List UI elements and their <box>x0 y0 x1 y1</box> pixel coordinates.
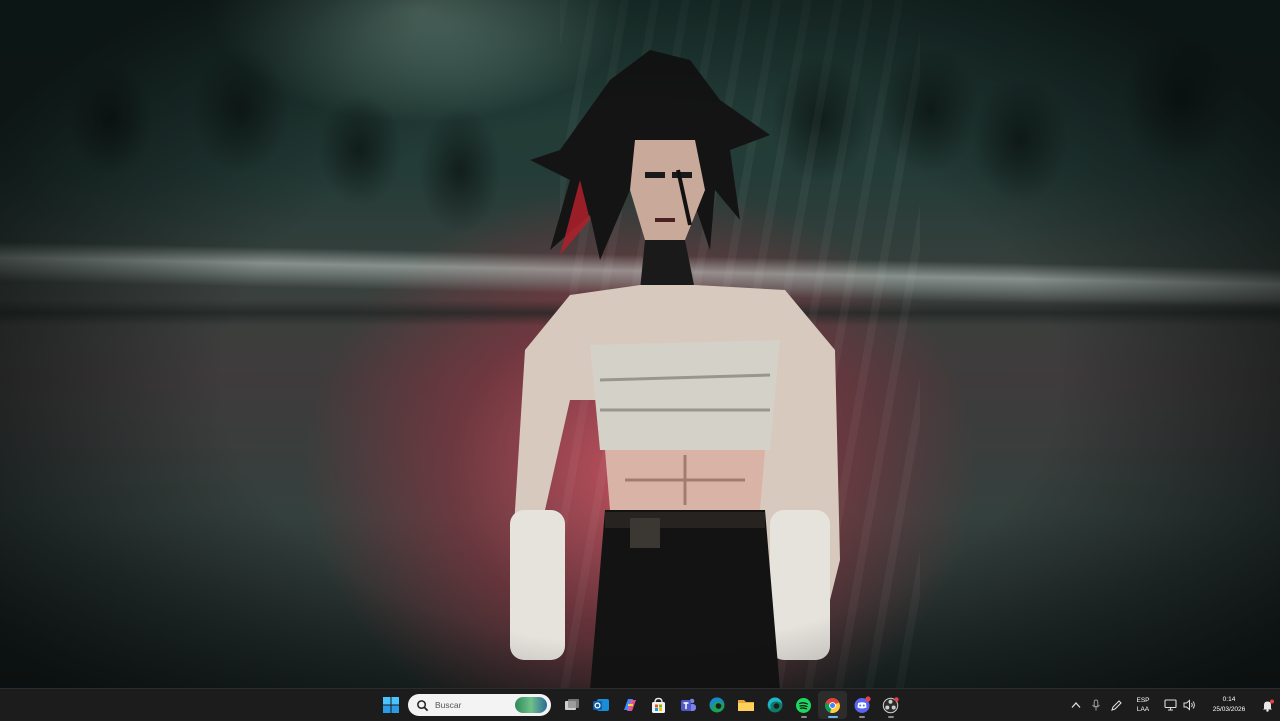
bell-icon <box>1262 699 1274 712</box>
teams-icon <box>680 698 696 711</box>
clock-button[interactable]: 0:14 25/03/2026 <box>1204 695 1254 715</box>
pen-icon <box>1110 699 1122 711</box>
file-explorer-button[interactable] <box>731 691 760 719</box>
network-icon <box>1163 699 1177 711</box>
pen-button[interactable] <box>1106 691 1126 719</box>
language-code: ESP <box>1136 697 1150 704</box>
desktop-wallpaper <box>0 0 1280 688</box>
edge-dev-button[interactable] <box>760 691 789 719</box>
edge-button[interactable] <box>702 691 731 719</box>
task-view-icon <box>564 699 579 710</box>
search-icon <box>417 699 429 711</box>
copilot-button[interactable] <box>615 691 644 719</box>
obs-button[interactable] <box>876 691 905 719</box>
outlook-button[interactable] <box>586 691 615 719</box>
microsoft-store-button[interactable] <box>644 691 673 719</box>
system-tray: ESP LAA 0:14 25/03/2026 <box>1066 689 1280 721</box>
edge-dev-icon <box>767 697 782 713</box>
microphone-button[interactable] <box>1086 691 1106 719</box>
wallpaper-vignette <box>0 0 1280 688</box>
chrome-button[interactable] <box>818 691 847 719</box>
volume-icon <box>1183 699 1195 711</box>
search-highlight-icon <box>515 697 547 713</box>
volume-button[interactable] <box>1180 691 1200 719</box>
obs-icon <box>882 696 899 713</box>
taskbar: Buscar ESP LAA 0:14 25/03/2026 <box>0 688 1280 721</box>
store-icon <box>652 697 665 713</box>
spotify-button[interactable] <box>789 691 818 719</box>
chrome-icon <box>825 697 841 713</box>
windows-start-icon <box>382 697 399 713</box>
start-button[interactable] <box>376 691 405 719</box>
network-button[interactable] <box>1160 691 1180 719</box>
keyboard-layout: LAA <box>1136 706 1150 713</box>
spotify-icon <box>796 697 811 713</box>
copilot-icon <box>623 699 636 711</box>
chevron-up-icon <box>1071 702 1081 708</box>
search-input[interactable]: Buscar <box>408 694 551 716</box>
discord-button[interactable] <box>847 691 876 719</box>
search-placeholder: Buscar <box>435 700 462 710</box>
task-view-button[interactable] <box>557 691 586 719</box>
microphone-icon <box>1092 699 1100 711</box>
clock-date: 25/03/2026 <box>1212 706 1246 713</box>
teams-button[interactable] <box>673 691 702 719</box>
edge-icon <box>709 697 724 713</box>
notification-center-button[interactable] <box>1254 691 1280 719</box>
language-indicator[interactable]: ESP LAA <box>1126 696 1160 714</box>
outlook-icon <box>592 699 609 711</box>
show-hidden-icons-button[interactable] <box>1066 691 1086 719</box>
discord-icon <box>854 696 871 713</box>
folder-icon <box>737 700 754 711</box>
clock-time: 0:14 <box>1222 696 1236 703</box>
taskbar-center: Buscar <box>376 689 905 721</box>
